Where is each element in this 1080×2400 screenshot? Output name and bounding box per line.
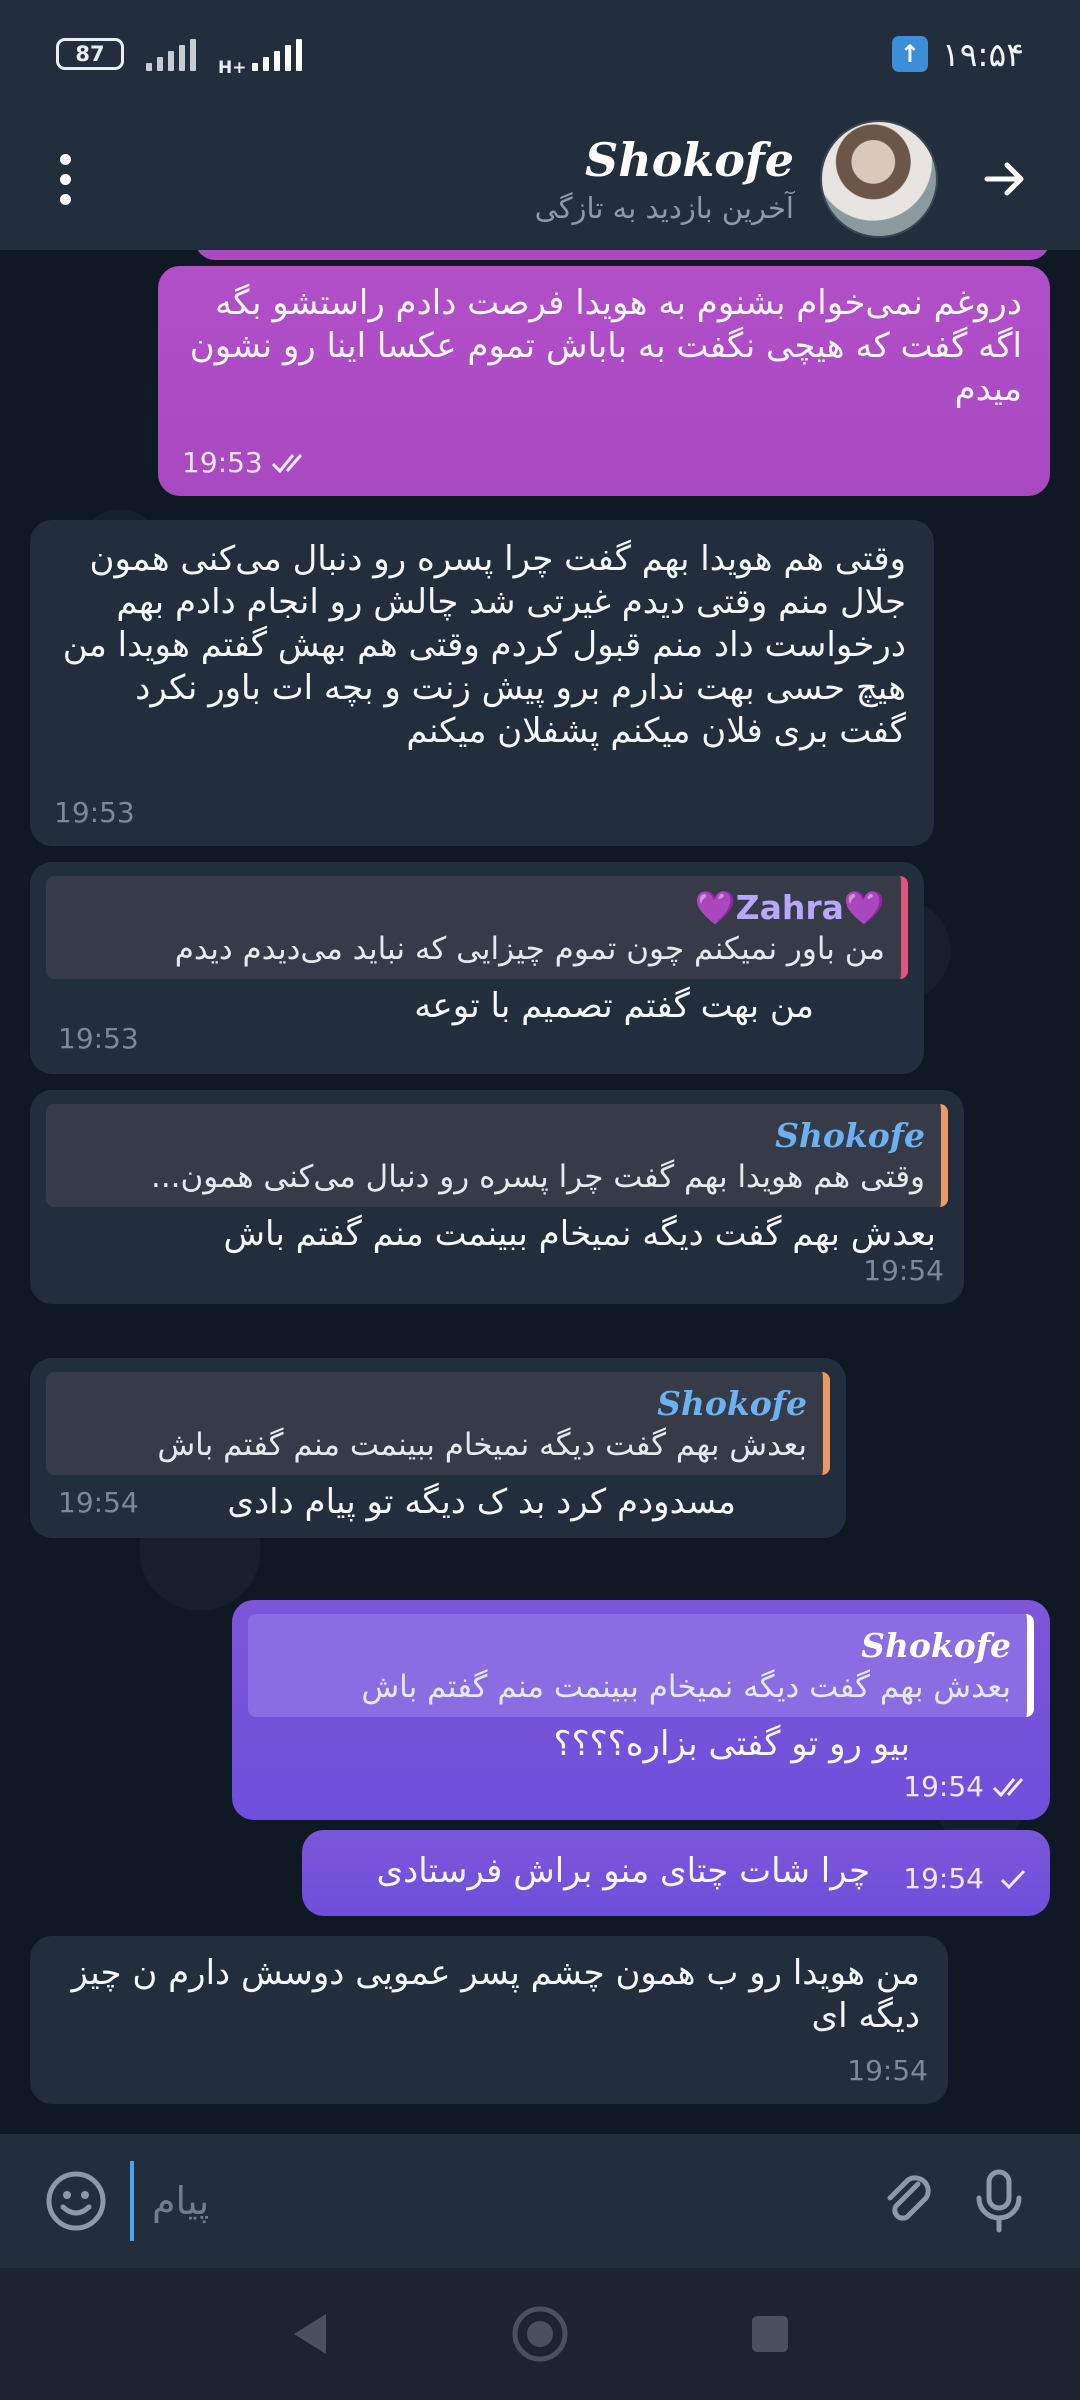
reply-text: بعدش بهم گفت دیگه نمیخام ببینمت منم گفتم…: [157, 1427, 807, 1463]
battery-indicator: 87: [56, 38, 124, 70]
reply-text: وقتی هم هویدا بهم گفت چرا پسره رو دنبال …: [150, 1159, 925, 1195]
message-time: 19:53: [182, 446, 263, 479]
message-text: وقتی هم هویدا بهم گفت چرا پسره رو دنبال …: [62, 539, 906, 751]
message-meta: 19:54: [863, 1249, 944, 1292]
battery-level: 87: [75, 42, 105, 66]
message-meta: 19:54: [903, 1765, 1036, 1808]
cell-signal-icon: [252, 37, 303, 71]
reply-sender: Shokofe: [657, 1384, 807, 1423]
message-text: من هویدا رو ب همون چشم پسر عمویی دوسش دا…: [71, 1953, 921, 2036]
message-text: دروغم نمی‌خوام بشنوم به هویدا فرصت دادم …: [189, 283, 1022, 409]
message-bubble-partial: [195, 250, 1050, 260]
message-meta: 19:53: [58, 1017, 139, 1060]
message-bubble-incoming[interactable]: 💜Zahra💜 من باور نمیکنم چون تموم چیزایی ک…: [30, 862, 924, 1074]
reply-sender: Shokofe: [775, 1116, 925, 1155]
chat-title-block[interactable]: Shokofe آخرین بازدید به تازگی: [100, 133, 820, 225]
message-bubble-outgoing[interactable]: چرا شات چتای منو براش فرستادی 19:54: [302, 1830, 1050, 1916]
message-meta: 19:54: [847, 2049, 928, 2092]
chat-title: Shokofe: [585, 133, 794, 187]
nav-back-icon[interactable]: [275, 2299, 345, 2369]
avatar[interactable]: [820, 120, 938, 238]
message-text: من بهت گفتم تصمیم با توعه: [414, 986, 814, 1026]
mic-icon[interactable]: [954, 2156, 1044, 2246]
message-meta: 19:54: [903, 1857, 1036, 1900]
back-arrow-icon[interactable]: [960, 134, 1050, 224]
message-bubble-outgoing[interactable]: دروغم نمی‌خوام بشنوم به هویدا فرصت دادم …: [158, 266, 1050, 496]
message-input[interactable]: [130, 2161, 864, 2241]
chat-header: Shokofe آخرین بازدید به تازگی: [0, 108, 1080, 250]
message-time: 19:53: [54, 796, 135, 829]
message-time: 19:54: [903, 1862, 984, 1895]
message-bubble-incoming[interactable]: وقتی هم هویدا بهم گفت چرا پسره رو دنبال …: [30, 520, 934, 846]
nav-home-icon[interactable]: [505, 2299, 575, 2369]
reply-preview[interactable]: Shokofe بعدش بهم گفت دیگه نمیخام ببینمت …: [46, 1372, 830, 1475]
message-bubble-incoming[interactable]: من هویدا رو ب همون چشم پسر عمویی دوسش دا…: [30, 1936, 948, 2104]
message-time: 19:54: [903, 1770, 984, 1803]
system-nav-bar: [0, 2268, 1080, 2400]
emoji-icon[interactable]: [36, 2161, 116, 2241]
clock: ۱۹:۵۴: [941, 34, 1024, 74]
single-check-icon: [1000, 1869, 1026, 1889]
message-text: بیو رو تو گفتی بزاره؟؟؟؟: [553, 1724, 910, 1764]
message-text: بعدش بهم گفت دیگه نمیخام ببینمت منم گفتم…: [223, 1214, 936, 1254]
reply-sender: Shokofe: [861, 1626, 1011, 1665]
nav-recents-icon[interactable]: [735, 2299, 805, 2369]
message-meta: 19:54: [58, 1481, 139, 1524]
more-vert-icon[interactable]: [30, 134, 100, 224]
message-time: 19:53: [58, 1022, 139, 1055]
upload-icon: ↑: [891, 36, 928, 72]
reply-sender: 💜Zahra💜: [694, 888, 885, 927]
reply-preview[interactable]: Shokofe بعدش بهم گفت دیگه نمیخام ببینمت …: [248, 1614, 1034, 1717]
last-seen-status: آخرین بازدید به تازگی: [534, 191, 794, 225]
message-time: 19:54: [58, 1486, 139, 1519]
reply-text: من باور نمیکنم چون تموم چیزایی که نباید …: [174, 931, 885, 967]
double-check-icon: [271, 453, 302, 473]
reply-text: بعدش بهم گفت دیگه نمیخام ببینمت منم گفتم…: [361, 1669, 1011, 1705]
reply-preview[interactable]: Shokofe وقتی هم هویدا بهم گفت چرا پسره ر…: [46, 1104, 948, 1207]
message-bubble-incoming[interactable]: Shokofe وقتی هم هویدا بهم گفت چرا پسره ر…: [30, 1090, 964, 1304]
reply-preview[interactable]: 💜Zahra💜 من باور نمیکنم چون تموم چیزایی ک…: [46, 876, 908, 979]
message-bubble-incoming[interactable]: Shokofe بعدش بهم گفت دیگه نمیخام ببینمت …: [30, 1358, 846, 1538]
message-composer: [0, 2134, 1080, 2268]
status-bar-right: ↑ ۱۹:۵۴: [891, 34, 1024, 74]
network-type: H+: [218, 58, 247, 78]
message-meta: 19:53: [182, 441, 315, 484]
message-meta: 19:53: [54, 791, 135, 834]
message-text: مسدودم کرد بد ک دیگه تو پیام دادی: [227, 1482, 736, 1522]
message-time: 19:54: [847, 2054, 928, 2087]
status-bar-left: 87 H+: [56, 30, 303, 78]
wifi-signal-icon: [146, 37, 196, 71]
attach-icon[interactable]: [864, 2156, 954, 2246]
message-time: 19:54: [863, 1254, 944, 1287]
status-bar: 87 H+ ↑ ۱۹:۵۴: [0, 0, 1080, 108]
message-list[interactable]: دروغم نمی‌خوام بشنوم به هویدا فرصت دادم …: [0, 250, 1080, 2134]
message-bubble-outgoing[interactable]: Shokofe بعدش بهم گفت دیگه نمیخام ببینمت …: [232, 1600, 1050, 1820]
double-check-icon: [992, 1777, 1024, 1797]
